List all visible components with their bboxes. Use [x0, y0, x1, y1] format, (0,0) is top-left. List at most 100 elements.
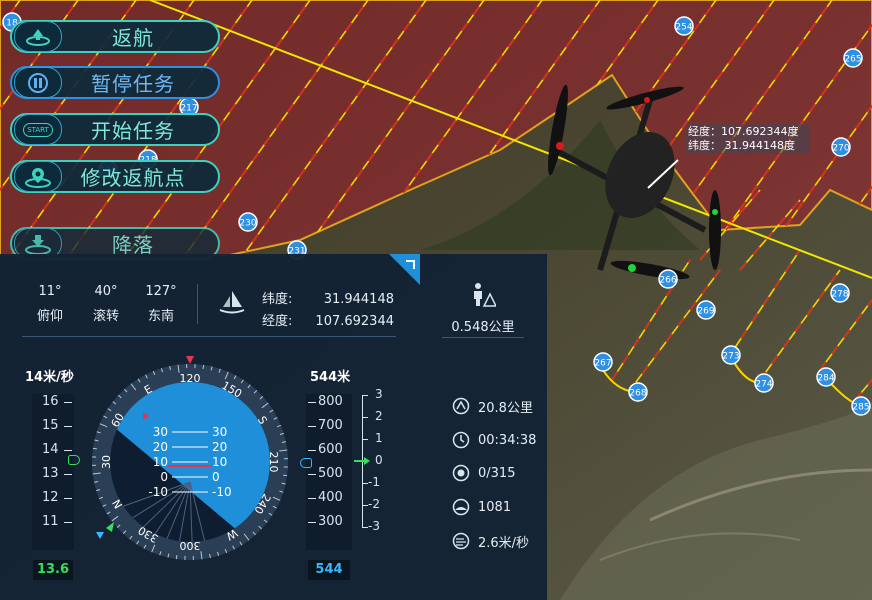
waypoint-marker[interactable]: 254 — [674, 16, 694, 36]
speed-tick: 11 — [42, 514, 59, 529]
compass-label: 300 — [180, 539, 201, 552]
return-home-icon — [14, 21, 62, 52]
altitude-tick: 400 — [318, 490, 343, 505]
pause-icon — [14, 67, 62, 98]
vertical-speed-tick: 3 — [375, 387, 383, 401]
tick-line — [308, 450, 316, 451]
tick-line — [64, 426, 72, 427]
panel-collapse-icon[interactable] — [389, 254, 420, 285]
tooltip-longitude: 经度：107.692344度 — [688, 125, 799, 138]
tick-line — [308, 402, 316, 403]
speed-tick: 14 — [42, 442, 59, 457]
stat-waypoints-value: 0/315 — [478, 465, 516, 481]
heading-label: 东南 — [147, 309, 174, 324]
tick-line — [362, 439, 368, 440]
clock-icon — [452, 431, 470, 449]
compass-label: 30 — [100, 455, 113, 469]
waypoint-marker[interactable]: 285 — [851, 396, 871, 416]
vertical-speed-tick: -1 — [368, 475, 380, 489]
pitch-scale-right: -10 — [212, 485, 232, 499]
start-mission-button[interactable]: START 开始任务 — [10, 113, 220, 146]
pitch-scale-left: -10 — [148, 485, 168, 499]
waypoint-number: 269 — [697, 307, 714, 317]
tick-line — [308, 426, 316, 427]
waypoint-number: 217 — [180, 104, 197, 114]
waypoint-marker[interactable]: 265 — [843, 48, 863, 68]
roll-label: 滚转 — [92, 309, 119, 324]
speed-tick: 15 — [42, 418, 59, 433]
pitch-value: 11° — [38, 284, 62, 299]
divider — [442, 337, 524, 338]
heading-indicator-icon — [186, 356, 194, 364]
altitude-tick: 300 — [318, 514, 343, 529]
pitch-readout: 11° 俯仰 — [28, 284, 72, 324]
return-home-button[interactable]: 返航 — [10, 20, 220, 53]
waypoint-marker[interactable]: 278 — [830, 283, 850, 303]
person-distance-icon — [474, 283, 496, 307]
latitude-row: 纬度: 31.944148 — [262, 288, 394, 307]
distance-icon — [452, 397, 470, 415]
waypoint-marker[interactable]: 268 — [628, 382, 648, 402]
start-icon-text: START — [23, 122, 53, 137]
stat-total-distance: 20.8公里 — [452, 396, 533, 416]
altitude-title: 544米 — [310, 370, 351, 385]
stat-area-value: 1081 — [478, 499, 512, 515]
location-pin-icon — [14, 161, 62, 192]
waypoint-number: 274 — [755, 380, 772, 390]
pitch-scale-right: 0 — [212, 470, 220, 484]
speed-pointer — [68, 454, 80, 465]
vertical-speed-tick: 0 — [375, 453, 383, 467]
tick-line — [64, 450, 72, 451]
tick-line — [64, 474, 72, 475]
home-distance-value: 0.548公里 — [451, 320, 515, 335]
waypoint-marker[interactable]: 269 — [696, 300, 716, 320]
waypoint-marker[interactable]: 284 — [816, 367, 836, 387]
roll-value: 40° — [94, 284, 118, 299]
altitude-tick: 600 — [318, 442, 343, 457]
waypoint-number: 267 — [594, 359, 611, 369]
pause-mission-label: 暂停任务 — [91, 72, 175, 96]
tick-line — [308, 522, 316, 523]
speed-title: 14米/秒 — [25, 370, 74, 385]
longitude-row: 经度: 107.692344 — [262, 310, 394, 329]
waypoint-marker[interactable]: 267 — [593, 352, 613, 372]
tick-line — [64, 522, 72, 523]
waypoint-marker[interactable]: 270 — [831, 137, 851, 157]
speed-readout: 13.6 — [33, 560, 73, 580]
start-mission-label: 开始任务 — [91, 119, 175, 143]
speed-tick: 13 — [42, 466, 59, 481]
tick-line — [308, 474, 316, 475]
pause-mission-button[interactable]: 暂停任务 — [10, 66, 220, 99]
modify-home-point-button[interactable]: 修改返航点 — [10, 160, 220, 193]
waypoint-marker[interactable]: 273 — [721, 345, 741, 365]
waypoint-number: 270 — [832, 144, 849, 154]
attitude-indicator: 120150S210240W300330N3060E30 3020 2010 100 0… — [92, 356, 288, 560]
stat-total-distance-value: 20.8公里 — [478, 400, 533, 416]
pitch-scale-right: 30 — [212, 425, 227, 439]
waypoint-marker[interactable]: 266 — [658, 269, 678, 289]
stat-wind-speed: 2.6米/秒 — [452, 531, 529, 551]
waypoint-number: 265 — [844, 55, 861, 65]
pitch-scale-left: 0 — [160, 470, 168, 484]
heading-readout: 127° 东南 — [139, 284, 183, 324]
sailboat-icon — [219, 291, 245, 314]
waypoint-number: 284 — [817, 374, 834, 384]
stat-flight-time-value: 00:34:38 — [478, 432, 537, 448]
altitude-pointer — [300, 458, 312, 469]
latitude-label: 纬度: — [262, 292, 293, 307]
area-icon — [452, 498, 470, 516]
heading-value: 127° — [145, 284, 177, 299]
divider — [22, 336, 396, 337]
vertical-speed-tick: 1 — [375, 431, 383, 445]
longitude-label: 经度: — [262, 314, 293, 329]
waypoint-number: 285 — [852, 403, 869, 413]
waypoint-number: 268 — [629, 389, 646, 399]
waypoint-marker[interactable]: 230 — [238, 212, 258, 232]
waypoint-marker[interactable]: 274 — [754, 373, 774, 393]
altitude-tick: 500 — [318, 466, 343, 481]
pitch-scale-right: 20 — [212, 440, 227, 454]
compass-label: 210 — [267, 452, 280, 473]
altitude-tick: 700 — [318, 418, 343, 433]
compass-label: 120 — [180, 372, 201, 385]
tick-line — [308, 498, 316, 499]
